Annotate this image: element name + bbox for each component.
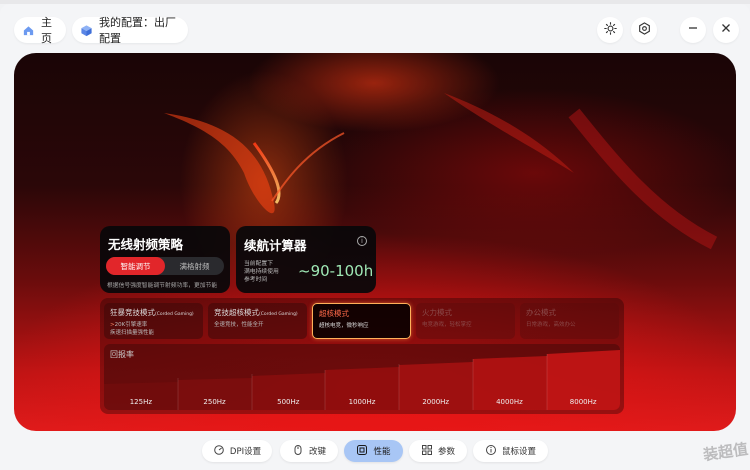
battery-calculator-title: 续航计算器: [244, 238, 307, 253]
polling-rate-ticks: 125Hz 250Hz 500Hz 1000Hz 2000Hz 4000Hz 8…: [104, 398, 620, 406]
minimize-icon: [687, 22, 699, 38]
rate-option[interactable]: 125Hz: [104, 398, 178, 406]
app-window: 主页 我的配置：出厂配置 无线射频策略 智能调节 满格射频 根据信号强度智能调节…: [0, 4, 750, 470]
rf-option-smart[interactable]: 智能调节: [106, 257, 165, 275]
nav-performance[interactable]: 性能: [344, 440, 403, 462]
mode-tag: (Corded Gaming): [259, 312, 298, 317]
rf-option-full[interactable]: 满格射频: [165, 257, 224, 275]
nav-label: 性能: [373, 447, 391, 457]
mode-title: 狂暴竞技模式: [110, 308, 155, 317]
nav-key-remap[interactable]: 改键: [280, 440, 338, 462]
rate-option[interactable]: 1000Hz: [325, 398, 399, 406]
nav-dpi-settings[interactable]: DPI设置: [202, 440, 272, 462]
cube-icon: [80, 23, 93, 37]
rate-option[interactable]: 250Hz: [178, 398, 252, 406]
battery-desc-line: 参考时间: [244, 277, 268, 283]
profile-selector[interactable]: 我的配置：出厂配置: [72, 16, 188, 45]
nav-mouse-settings[interactable]: 鼠标设置: [473, 440, 548, 462]
polling-rate-label: 回报率: [110, 350, 134, 359]
home-button[interactable]: 主页: [14, 16, 66, 45]
nav-label: DPI设置: [229, 447, 262, 457]
rf-strategy-note: 根据信号强度智能调节射频功率，更加节能: [107, 283, 218, 289]
mode-card-ultra[interactable]: 超核模式 超核电竞，微秒响应: [312, 303, 411, 339]
battery-desc: 当前配置下 满电持续使用 参考时间: [244, 260, 292, 284]
battery-desc-line: 当前配置下: [244, 261, 273, 267]
mode-line1: 日常游戏，高效办公: [526, 322, 576, 328]
mode-card-firepower[interactable]: 火力模式 电竞游戏，轻松掌控: [416, 303, 515, 339]
battery-estimate-value: ~90-100h: [298, 262, 374, 280]
rate-option[interactable]: 4000Hz: [473, 398, 547, 406]
mode-line1: 全速竞技，性能全开: [214, 322, 264, 328]
mode-card-office[interactable]: 办公模式 日常游戏，高效办公: [520, 303, 619, 339]
mode-line1: 超核电竞，微秒响应: [319, 323, 369, 329]
nav-label: 改键: [308, 447, 326, 457]
mode-line1: 电竞游戏，轻松掌控: [422, 322, 472, 328]
mode-line1: >20K引擎速率: [110, 320, 197, 328]
settings-hex-icon: [638, 21, 651, 39]
watermark: 装超值: [702, 439, 750, 465]
rf-strategy-card: 无线射频策略 智能调节 满格射频 根据信号强度智能调节射频功率，更加节能: [100, 226, 230, 293]
battery-calculator-card: 续航计算器 i 当前配置下 满电持续使用 参考时间 ~90-100h: [236, 226, 376, 293]
performance-hero: 无线射频策略 智能调节 满格射频 根据信号强度智能调节射频功率，更加节能 续航计…: [14, 53, 736, 431]
mode-line2: 疾速扫描量强性能: [110, 330, 155, 336]
minimize-button[interactable]: [680, 17, 706, 43]
home-label: 主页: [41, 16, 52, 45]
mode-name: 狂暴竞技模式(Corded Gaming): [110, 307, 197, 318]
performance-icon: [356, 444, 368, 459]
rate-option[interactable]: 8000Hz: [546, 398, 620, 406]
brightness-button[interactable]: [597, 17, 623, 43]
mode-card-competitive-ultra[interactable]: 竞技超核模式(Corded Gaming) 全速竞技，性能全开: [208, 303, 307, 339]
info-icon: [485, 444, 497, 459]
close-button[interactable]: [713, 17, 739, 43]
rf-mode-toggle: 智能调节 满格射频: [106, 257, 224, 275]
grid-icon: [421, 444, 433, 459]
mode-name: 竞技超核模式(Corded Gaming): [214, 307, 301, 318]
settings-button[interactable]: [631, 17, 657, 43]
mouse-icon: [292, 444, 304, 459]
rate-option[interactable]: 500Hz: [251, 398, 325, 406]
rate-option[interactable]: 2000Hz: [399, 398, 473, 406]
rf-strategy-title: 无线射频策略: [108, 237, 184, 252]
polling-rate-slider[interactable]: 回报率 125Hz 250Hz 500Hz 1000Hz 2000Hz 4000…: [104, 344, 620, 410]
info-icon[interactable]: i: [357, 236, 367, 246]
profile-label: 我的配置：出厂配置: [99, 16, 176, 45]
nav-label: 参数: [437, 447, 455, 457]
mode-title: 竞技超核模式: [214, 308, 259, 317]
dpi-icon: [213, 444, 225, 459]
performance-panel: 狂暴竞技模式(Corded Gaming) >20K引擎速率 疾速扫描量强性能 …: [100, 298, 624, 414]
mode-name: 办公模式: [526, 308, 556, 317]
mode-tag: (Corded Gaming): [155, 312, 194, 317]
mode-card-rage[interactable]: 狂暴竞技模式(Corded Gaming) >20K引擎速率 疾速扫描量强性能: [104, 303, 203, 339]
home-icon: [22, 23, 35, 37]
nav-label: 鼠标设置: [501, 447, 536, 457]
close-icon: [720, 22, 732, 38]
mode-name: 超核模式: [319, 309, 349, 318]
mode-name: 火力模式: [422, 308, 452, 317]
nav-parameters[interactable]: 参数: [409, 440, 467, 462]
battery-desc-line: 满电持续使用: [244, 269, 279, 275]
brightness-icon: [603, 21, 617, 39]
